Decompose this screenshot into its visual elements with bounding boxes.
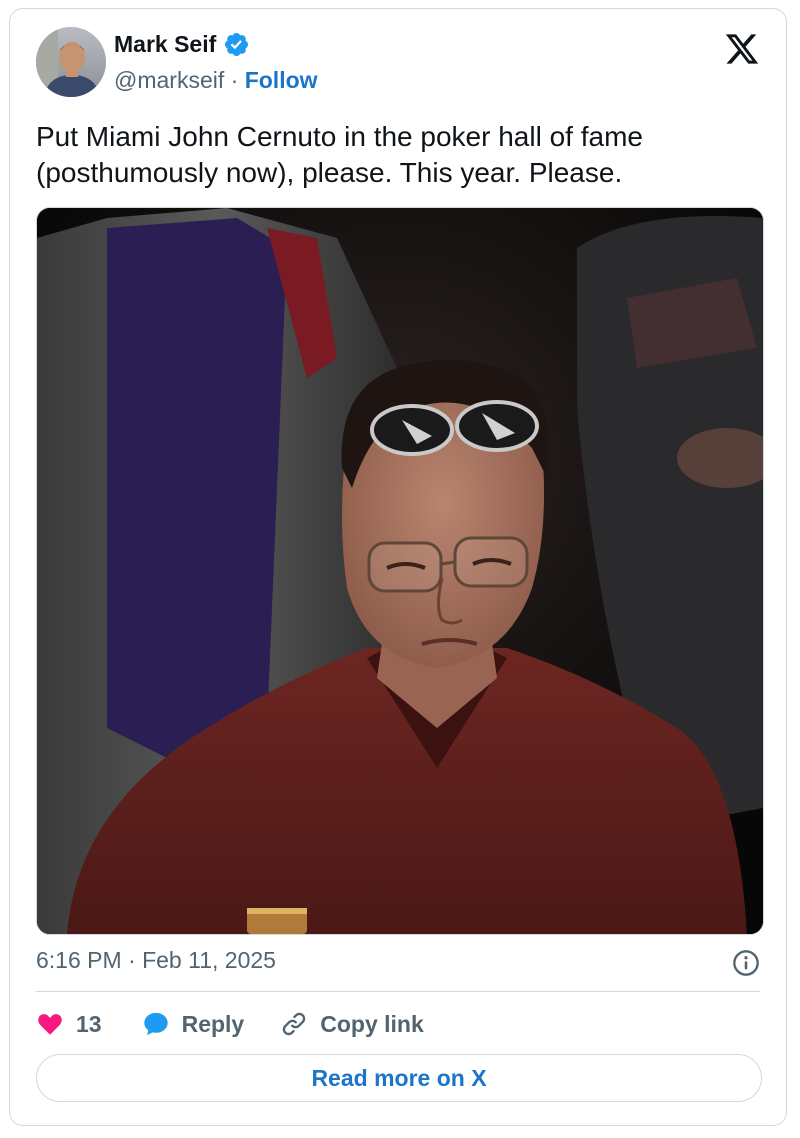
tweet-card: Mark Seif @markseif · Follow Put Miami J… xyxy=(9,8,787,1126)
heart-icon xyxy=(38,1014,62,1035)
reply-label: Reply xyxy=(181,1010,245,1037)
info-icon[interactable] xyxy=(732,949,760,977)
x-logo-icon[interactable] xyxy=(724,31,760,67)
read-more-button[interactable]: Read more on X xyxy=(36,1054,762,1102)
tweet-actions: 13 Reply Copy link xyxy=(36,1008,424,1040)
author-handle[interactable]: @markseif xyxy=(114,67,224,93)
tweet-text: Put Miami John Cernuto in the poker hall… xyxy=(36,121,643,188)
copy-link-label: Copy link xyxy=(320,1010,424,1037)
reply-bubble-icon xyxy=(143,1012,168,1036)
author-handle-row: @markseif · Follow xyxy=(114,67,318,94)
reply-button[interactable]: Reply xyxy=(142,1010,245,1038)
divider xyxy=(36,991,760,992)
verified-badge-icon xyxy=(225,32,249,57)
tweet-timestamp[interactable]: 6:16 PM · Feb 11, 2025 xyxy=(36,947,276,974)
copy-link-button[interactable]: Copy link xyxy=(280,1010,424,1038)
handle-separator: · xyxy=(230,67,239,93)
like-button[interactable]: 13 xyxy=(36,1010,102,1038)
link-icon xyxy=(283,1012,306,1036)
author-name-row[interactable]: Mark Seif xyxy=(114,31,250,58)
tweet-photo[interactable] xyxy=(36,207,764,935)
avatar[interactable] xyxy=(36,27,106,97)
like-count: 13 xyxy=(76,1010,102,1037)
read-more-label: Read more on X xyxy=(311,1064,487,1091)
author-name[interactable]: Mark Seif xyxy=(114,31,216,58)
follow-button[interactable]: Follow xyxy=(245,67,318,93)
